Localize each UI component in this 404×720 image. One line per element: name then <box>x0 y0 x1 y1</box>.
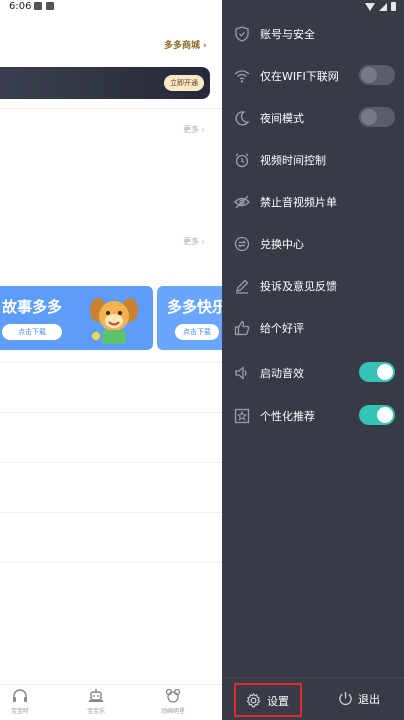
star-box-icon <box>234 408 250 424</box>
menu-item-wifi-only[interactable]: 仅在WIFI下联网 <box>222 55 404 97</box>
nav-item-label: 宝宝乐 <box>86 708 105 715</box>
status-system-icons <box>365 2 396 11</box>
more-link-label: 更多 <box>183 237 199 246</box>
menu-item-label: 禁止音视频片单 <box>260 196 337 209</box>
settings-button-label: 设置 <box>267 695 289 708</box>
shield-icon <box>235 26 249 42</box>
divider <box>0 108 222 109</box>
more-link[interactable]: 更多 › <box>183 124 205 135</box>
promo-download-button[interactable]: 点击下载 <box>175 324 219 340</box>
nav-item-listen[interactable]: 宝宝听 <box>0 689 40 715</box>
message-notification-icon <box>46 2 54 10</box>
divider <box>0 512 222 513</box>
more-link-label: 更多 <box>183 125 199 134</box>
chevron-right-icon: › <box>203 41 207 51</box>
night-mode-toggle[interactable] <box>359 107 395 127</box>
status-time: 6:06 <box>9 1 32 12</box>
speaker-icon <box>235 366 247 380</box>
thumbs-up-icon <box>234 320 250 336</box>
menu-item-startup-sound[interactable]: 启动音效 <box>222 352 404 394</box>
wifi-only-toggle[interactable] <box>359 65 395 85</box>
robot-icon <box>89 689 103 702</box>
divider <box>0 412 222 413</box>
personalized-recommendation-toggle[interactable] <box>359 405 395 425</box>
nav-item-stars[interactable]: 动画明星 <box>153 689 193 715</box>
exchange-icon <box>234 236 250 252</box>
battery-status-icon <box>391 2 396 11</box>
home-page: 多多商城 › 立即开通 更多 › 更多 › 故事多多 点击下载 多多快乐 点击下载 <box>0 0 222 720</box>
headphones-icon <box>13 689 27 702</box>
settings-drawer: 账号与安全 仅在WIFI下联网 夜间模式 视频时间控制 禁止音视频片单 兑换中心… <box>222 0 404 720</box>
dog-mascot-icon <box>90 298 138 344</box>
menu-item-label: 个性化推荐 <box>260 410 315 423</box>
divider <box>0 562 222 563</box>
toggle-knob <box>361 67 377 83</box>
settings-button[interactable]: 设置 <box>234 683 302 717</box>
promo-title: 多多快乐 <box>167 298 222 316</box>
menu-item-account-security[interactable]: 账号与安全 <box>222 13 404 55</box>
menu-item-label: 视频时间控制 <box>260 154 326 167</box>
menu-item-label: 夜间模式 <box>260 112 304 125</box>
status-notification-icons <box>34 2 54 10</box>
menu-item-label: 账号与安全 <box>260 28 315 41</box>
menu-item-label: 仅在WIFI下联网 <box>260 70 339 83</box>
more-link[interactable]: 更多 › <box>183 236 205 247</box>
menu-item-feedback[interactable]: 投诉及意见反馈 <box>222 265 404 307</box>
divider <box>0 362 222 363</box>
alarm-clock-icon <box>235 153 249 168</box>
menu-item-label: 启动音效 <box>260 367 304 380</box>
nav-item-play[interactable]: 宝宝乐 <box>76 689 116 715</box>
toggle-knob <box>377 364 393 380</box>
promo-card-story[interactable]: 故事多多 点击下载 <box>0 286 153 350</box>
nav-item-label: 动画明星 <box>160 708 185 715</box>
eye-off-icon <box>234 195 250 209</box>
promo-download-button[interactable]: 点击下载 <box>2 324 62 340</box>
mall-link-label: 多多商城 <box>164 41 201 51</box>
logout-button-label: 退出 <box>358 693 380 706</box>
menu-item-night-mode[interactable]: 夜间模式 <box>222 97 404 139</box>
bear-icon <box>165 689 181 703</box>
image-notification-icon <box>34 2 42 10</box>
wifi-status-icon <box>365 2 375 11</box>
vip-open-button[interactable]: 立即开通 <box>164 75 204 91</box>
pencil-icon <box>236 279 249 294</box>
logout-button[interactable]: 退出 <box>334 690 398 712</box>
promo-title: 故事多多 <box>2 298 63 316</box>
nav-item-label: 宝宝听 <box>10 708 29 715</box>
menu-item-label: 投诉及意见反馈 <box>260 280 337 293</box>
startup-sound-toggle[interactable] <box>359 362 395 382</box>
bottom-nav: 宝宝听 宝宝乐 动画明星 <box>0 684 222 720</box>
moon-icon <box>235 111 250 126</box>
toggle-knob <box>377 407 393 423</box>
divider <box>0 462 222 463</box>
menu-item-label: 给个好评 <box>260 322 304 335</box>
menu-item-personalized-recommendation[interactable]: 个性化推荐 <box>222 395 404 437</box>
menu-item-block-playlist[interactable]: 禁止音视频片单 <box>222 181 404 223</box>
menu-item-rate-app[interactable]: 给个好评 <box>222 307 404 349</box>
toggle-knob <box>361 109 377 125</box>
gear-icon <box>246 693 261 708</box>
vip-banner[interactable]: 立即开通 <box>0 67 210 99</box>
mall-link[interactable]: 多多商城 › <box>164 38 207 51</box>
promo-card-happy[interactable]: 多多快乐 点击下载 <box>157 286 222 350</box>
wifi-icon <box>234 70 250 83</box>
status-bar: 6:06 <box>0 0 404 16</box>
menu-item-label: 兑换中心 <box>260 238 304 251</box>
menu-item-video-time-control[interactable]: 视频时间控制 <box>222 139 404 181</box>
signal-status-icon <box>379 2 387 11</box>
drawer-footer: 设置 退出 <box>222 677 404 720</box>
power-icon <box>339 691 352 706</box>
menu-item-exchange-center[interactable]: 兑换中心 <box>222 223 404 265</box>
